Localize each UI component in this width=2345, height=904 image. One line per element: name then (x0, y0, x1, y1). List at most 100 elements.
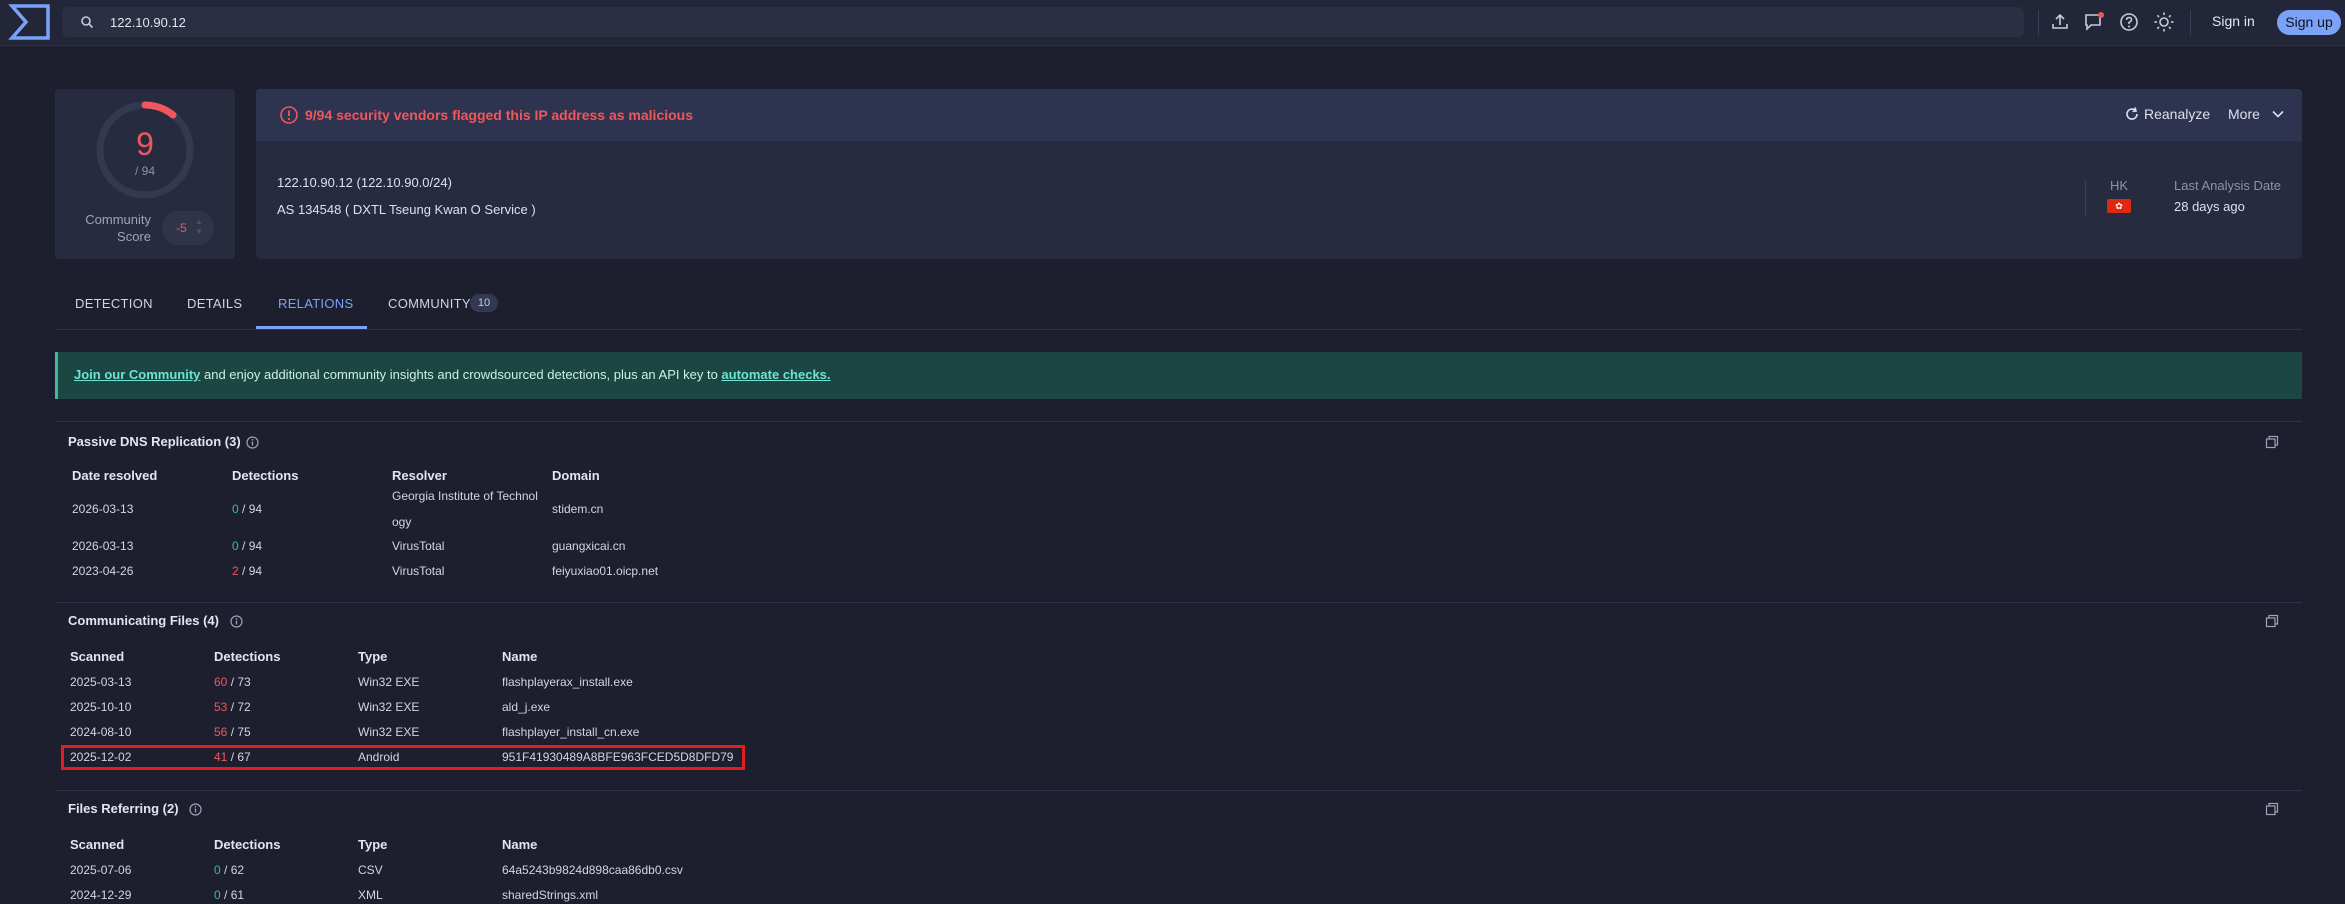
column-header: Detections (232, 468, 299, 483)
theme-toggle-sun-icon[interactable] (2153, 11, 2175, 33)
info-icon[interactable] (246, 436, 259, 449)
report-tabs: DETECTION DETAILS RELATIONS COMMUNITY 10 (55, 290, 2302, 330)
resolver: Georgia Institute of Technol (392, 489, 538, 503)
scan-date: 2025-07-06 (70, 863, 132, 877)
scan-date: 2025-10-10 (70, 700, 132, 714)
ip-address-range: 122.10.90.12 (122.10.90.0/24) (277, 175, 452, 190)
community-count-badge: 10 (470, 294, 498, 312)
file-type: Win32 EXE (358, 675, 420, 689)
info-icon[interactable] (230, 615, 243, 628)
join-community-link[interactable]: Join our Community (74, 367, 200, 382)
scan-date: 2024-08-10 (70, 725, 132, 739)
column-header: Scanned (70, 837, 125, 852)
upload-icon[interactable] (2049, 11, 2071, 33)
sign-in-link[interactable]: Sign in (2212, 13, 2255, 29)
detection-score-value: 9 (136, 126, 154, 162)
community-score-widget[interactable]: -5 ▲ ▼ (162, 211, 214, 245)
scan-date: 2025-03-13 (70, 675, 132, 689)
resolver: VirusTotal (392, 539, 445, 553)
column-header: Date resolved (72, 468, 158, 483)
detection-ratio: 53 / 72 (214, 700, 251, 714)
file-name-link[interactable]: ald_j.exe (502, 700, 550, 714)
toolbar-divider (2190, 10, 2191, 36)
detection-ratio: 56 / 75 (214, 725, 251, 739)
file-type: XML (358, 888, 383, 902)
column-header: Detections (214, 649, 281, 664)
domain-link[interactable]: guangxicai.cn (552, 539, 625, 553)
notifications-chat-icon[interactable] (2083, 11, 2105, 33)
column-header: Name (502, 837, 538, 852)
column-header: Resolver (392, 468, 447, 483)
more-menu-button[interactable]: More (2228, 106, 2260, 122)
copy-icon[interactable] (2265, 435, 2279, 449)
vote-arrows-icon[interactable]: ▲ ▼ (195, 217, 203, 237)
refresh-icon[interactable] (2123, 105, 2141, 123)
detection-ratio: 0 / 94 (232, 539, 263, 553)
detection-ratio: 2 / 94 (232, 564, 263, 578)
section-title: Passive DNS Replication (3) (68, 434, 241, 449)
file-name-link[interactable]: 64a5243b9824d898caa86db0.csv (502, 863, 683, 877)
last-analysis-value: 28 days ago (2174, 199, 2245, 214)
passive-dns-section: Passive DNS Replication (3) Date resolve… (55, 421, 2302, 601)
copy-icon[interactable] (2265, 614, 2279, 628)
file-name-link[interactable]: flashplayerax_install.exe (502, 675, 633, 689)
community-score-label: Community Score (85, 212, 151, 244)
automate-checks-link[interactable]: automate checks. (721, 367, 830, 382)
column-header: Type (358, 649, 388, 664)
country-code: HK (2110, 178, 2129, 193)
domain-link[interactable]: stidem.cn (552, 502, 603, 516)
detection-ratio: 0 / 94 (232, 502, 263, 516)
active-tab-indicator (256, 326, 367, 329)
column-header: Domain (552, 468, 600, 483)
search-bar[interactable] (62, 7, 2024, 37)
resolution-date: 2026-03-13 (72, 502, 134, 516)
resolution-date: 2026-03-13 (72, 539, 134, 553)
ip-summary-card: 9/94 security vendors flagged this IP ad… (256, 89, 2302, 259)
resolution-date: 2023-04-26 (72, 564, 134, 578)
search-icon (81, 16, 94, 29)
tab-detection[interactable]: DETECTION (75, 296, 153, 311)
search-input[interactable] (110, 7, 1990, 37)
file-type: Win32 EXE (358, 700, 420, 714)
help-icon[interactable] (2118, 11, 2140, 33)
file-name-link[interactable]: sharedStrings.xml (502, 888, 598, 902)
detection-ratio: 0 / 61 (214, 888, 245, 902)
copy-icon[interactable] (2265, 802, 2279, 816)
last-analysis-label: Last Analysis Date (2174, 178, 2281, 193)
tab-details[interactable]: DETAILS (187, 296, 242, 311)
column-header: Type (358, 837, 388, 852)
virustotal-logo-icon[interactable] (8, 3, 52, 41)
top-bar: Sign in Sign up (0, 0, 2345, 46)
column-header: Name (502, 649, 538, 664)
tab-community[interactable]: COMMUNITY (388, 296, 471, 311)
column-header: Scanned (70, 649, 125, 664)
tab-relations[interactable]: RELATIONS (278, 296, 353, 311)
as-owner: AS 134548 ( DXTL Tseung Kwan O Service ) (277, 202, 536, 217)
file-type: CSV (358, 863, 383, 877)
section-title: Files Referring (2) (68, 801, 179, 816)
section-title: Communicating Files (4) (68, 613, 219, 628)
detection-score-total: / 94 (134, 164, 155, 178)
info-icon[interactable] (189, 803, 202, 816)
chevron-down-icon[interactable] (2271, 107, 2285, 121)
detection-ratio: 0 / 62 (214, 863, 245, 877)
divider (2085, 181, 2086, 217)
toolbar-divider (2038, 10, 2039, 36)
community-score-value: -5 (176, 221, 187, 235)
reanalyze-button[interactable]: Reanalyze (2144, 106, 2210, 122)
hong-kong-flag-icon: ✿ (2107, 199, 2131, 213)
resolver: VirusTotal (392, 564, 445, 578)
file-type: Win32 EXE (358, 725, 420, 739)
alert-circle-icon (280, 106, 298, 124)
highlighted-row-box (61, 745, 745, 770)
sign-up-button[interactable]: Sign up (2277, 10, 2341, 35)
column-header: Detections (214, 837, 281, 852)
file-name-link[interactable]: flashplayer_install_cn.exe (502, 725, 639, 739)
domain-link[interactable]: feiyuxiao01.oicp.net (552, 564, 658, 578)
detection-score-card: 9 / 94 Community Score -5 ▲ ▼ (55, 89, 235, 259)
malicious-alert-text: 9/94 security vendors flagged this IP ad… (305, 107, 694, 123)
community-promo-banner: Join our Community and enjoy additional … (55, 352, 2302, 399)
files-referring-section: Files Referring (2) Scanned Detections T… (55, 790, 2302, 904)
banner-text: Join our Community and enjoy additional … (74, 367, 831, 382)
malicious-alert-bar: 9/94 security vendors flagged this IP ad… (256, 89, 2302, 141)
